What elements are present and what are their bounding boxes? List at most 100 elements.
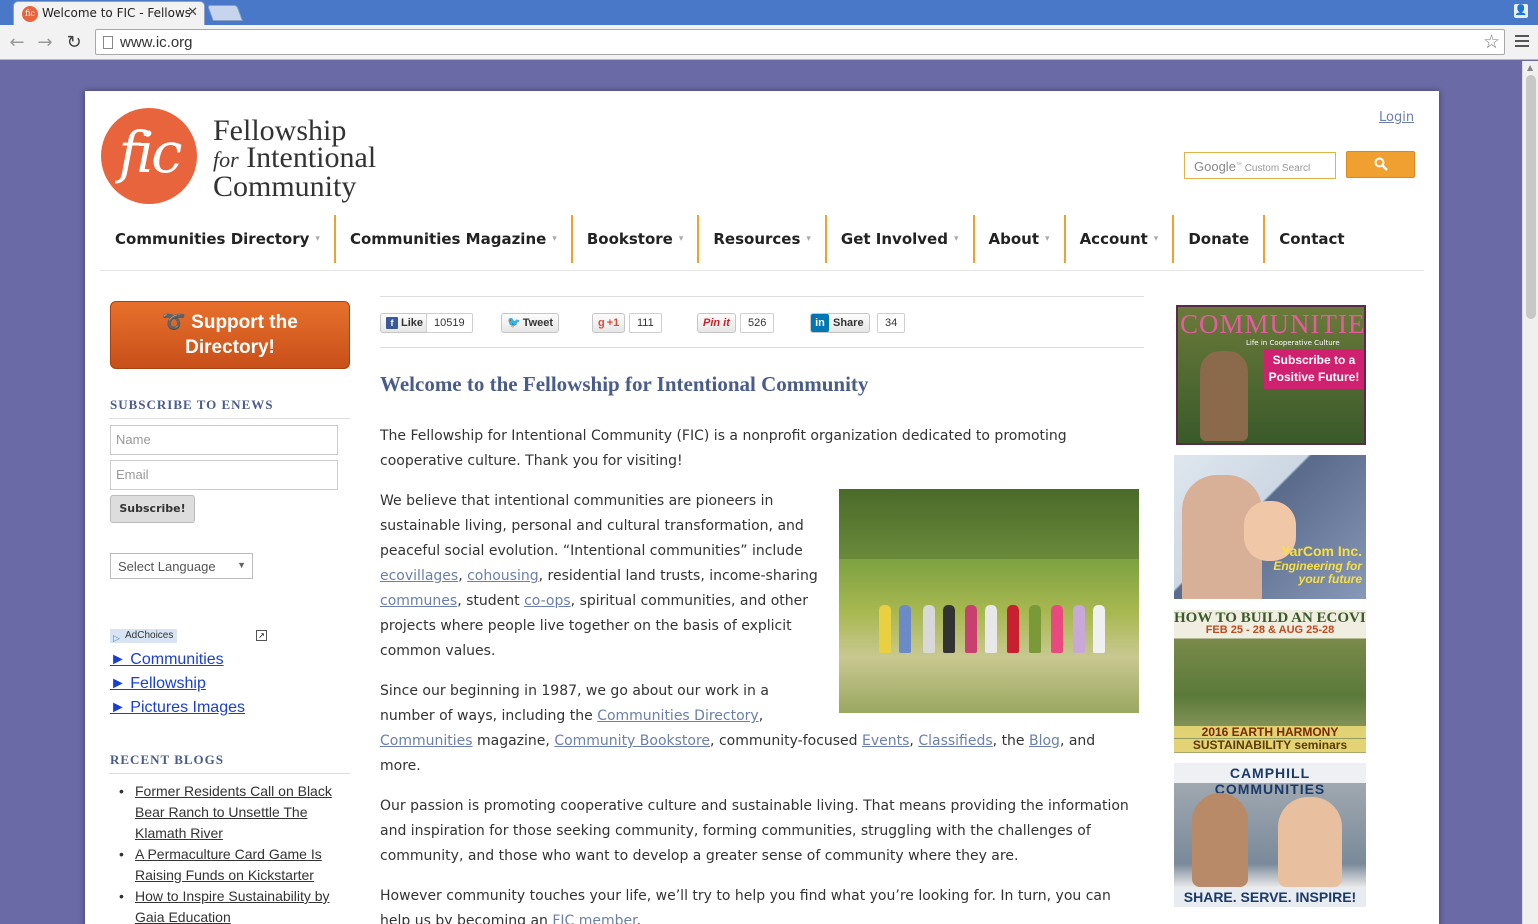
ecovillage-ad[interactable]: HOW TO BUILD AN ECOVILLAGE FEB 25 - 28 &… bbox=[1174, 610, 1366, 753]
language-select[interactable]: Select Language ▼ bbox=[110, 553, 253, 579]
recent-blogs-list: Former Residents Call on Black Bear Ranc… bbox=[119, 781, 350, 924]
scroll-thumb[interactable] bbox=[1526, 75, 1536, 319]
nav-divider bbox=[100, 270, 1424, 271]
name-field[interactable]: Name bbox=[110, 425, 338, 455]
nav-label: Communities Magazine bbox=[349, 230, 547, 248]
gplus-count: 111 bbox=[629, 313, 662, 333]
ad-link-pictures-images[interactable]: ► Pictures Images bbox=[110, 699, 245, 717]
yarcom-ad[interactable]: YarCom Inc. Engineering for your future bbox=[1174, 455, 1366, 599]
subscribe-button[interactable]: Subscribe! bbox=[110, 495, 195, 523]
address-bar[interactable]: www.ic.org ☆ bbox=[95, 29, 1505, 55]
communities-magazine-link[interactable]: Communities bbox=[380, 733, 473, 749]
ecovillages-link[interactable]: ecovillages bbox=[380, 568, 458, 584]
blog-link[interactable]: Blog bbox=[1029, 733, 1060, 749]
community-bookstore-link[interactable]: Community Bookstore bbox=[554, 733, 710, 749]
pinterest-button[interactable]: Pin it bbox=[697, 313, 736, 333]
nav-bookstore[interactable]: Bookstore ▾ bbox=[573, 215, 700, 263]
text: However community touches your life, we’… bbox=[380, 888, 1111, 924]
communities-magazine-ad[interactable]: COMMUNITIES Life in Cooperative Culture … bbox=[1176, 305, 1366, 445]
page-icon bbox=[103, 36, 113, 49]
nav-label: Contact bbox=[1279, 230, 1345, 248]
recent-blogs-heading: RECENT BLOGS bbox=[110, 752, 350, 774]
fic-logo-icon[interactable]: fic bbox=[101, 108, 197, 204]
blog-link[interactable]: Former Residents Call on Black Bear Ranc… bbox=[135, 783, 332, 841]
profile-icon[interactable]: 👤 bbox=[1514, 4, 1528, 18]
ad-photo-person bbox=[1278, 797, 1342, 887]
facebook-like-button[interactable]: f Like bbox=[380, 313, 430, 333]
photo-person bbox=[923, 605, 935, 653]
co-ops-link[interactable]: co-ops bbox=[524, 593, 571, 609]
communities-directory-link[interactable]: Communities Directory bbox=[597, 708, 759, 724]
nav-label: Bookstore bbox=[586, 230, 673, 248]
text: , bbox=[909, 733, 919, 749]
nav-account[interactable]: Account ▾ bbox=[1066, 215, 1175, 263]
cohousing-link[interactable]: cohousing bbox=[467, 568, 539, 584]
like-count: 10519 bbox=[426, 313, 473, 333]
ad-subscribe-badge: Subscribe to a Positive Future! bbox=[1264, 349, 1364, 389]
new-tab-button[interactable] bbox=[207, 5, 243, 21]
close-tab-icon[interactable]: ✕ bbox=[187, 5, 198, 20]
reload-icon[interactable]: ↻ bbox=[63, 32, 85, 54]
text: , community-focused bbox=[710, 733, 863, 749]
ad-ecovillage-footer-2: SUSTAINABILITY seminars bbox=[1174, 739, 1366, 752]
nav-donate[interactable]: Donate bbox=[1174, 215, 1266, 263]
linkedin-share-button[interactable]: in Share bbox=[810, 313, 870, 333]
fic-member-link[interactable]: FIC member bbox=[552, 913, 636, 924]
scroll-up-arrow-icon[interactable]: ▲ bbox=[1527, 63, 1533, 72]
blog-link[interactable]: A Permaculture Card Game Is Raising Fund… bbox=[135, 846, 322, 883]
text: , student bbox=[457, 593, 525, 609]
site-logo-text[interactable]: Fellowship for Intentional Community bbox=[213, 116, 376, 202]
ad-photo-person bbox=[1192, 793, 1248, 887]
ad-link-fellowship[interactable]: ► Fellowship bbox=[110, 675, 206, 693]
google-plus-button[interactable]: g +1 bbox=[592, 313, 626, 333]
nav-label: Account bbox=[1079, 230, 1148, 248]
dropdown-caret-icon: ▾ bbox=[806, 234, 811, 244]
tweet-button[interactable]: 🐦 Tweet bbox=[501, 313, 560, 333]
main-content: The Fellowship for Intentional Community… bbox=[380, 424, 1140, 924]
classifieds-link[interactable]: Classifieds bbox=[918, 733, 992, 749]
nav-label: Get Involved bbox=[840, 230, 948, 248]
search-button[interactable] bbox=[1346, 151, 1415, 178]
adchoices-badge[interactable]: ▷ AdChoices bbox=[110, 629, 178, 643]
search-icon bbox=[1374, 157, 1388, 171]
ad-magazine-title: COMMUNITIES bbox=[1180, 309, 1366, 339]
expand-icon[interactable]: ↗ bbox=[256, 630, 267, 641]
text: . bbox=[636, 913, 642, 924]
login-link[interactable]: Login bbox=[1379, 110, 1414, 125]
camphill-ad[interactable]: CAMPHILL COMMUNITIES SHARE. SERVE. INSPI… bbox=[1174, 763, 1366, 907]
photo-person bbox=[1007, 605, 1019, 653]
email-field[interactable]: Email bbox=[110, 460, 338, 490]
bookmark-star-icon[interactable]: ☆ bbox=[1483, 31, 1500, 53]
community-circle-photo bbox=[839, 489, 1139, 713]
adchoices-icon: ▷ bbox=[113, 633, 120, 643]
badge-line: Positive Future! bbox=[1268, 370, 1360, 384]
nav-resources[interactable]: Resources ▾ bbox=[699, 215, 827, 263]
nav-communities-directory[interactable]: Communities Directory ▾ bbox=[100, 215, 336, 263]
ad-ecovillage-footer-1: 2016 EARTH HARMONY bbox=[1174, 726, 1366, 738]
ad-company-name: YarCom Inc. bbox=[1281, 543, 1362, 559]
page-scrollbar[interactable]: ▲ bbox=[1522, 61, 1538, 924]
browser-toolbar: ← → ↻ www.ic.org ☆ bbox=[0, 25, 1538, 60]
gplus-label: +1 bbox=[606, 317, 620, 329]
nav-about[interactable]: About ▾ bbox=[975, 215, 1066, 263]
nav-contact[interactable]: Contact bbox=[1265, 215, 1358, 263]
subscribe-heading: SUBSCRIBE TO ENEWS bbox=[110, 397, 350, 419]
text: , the bbox=[992, 733, 1029, 749]
ad-link-communities[interactable]: ► Communities bbox=[110, 651, 224, 669]
nav-get-involved[interactable]: Get Involved ▾ bbox=[827, 215, 975, 263]
back-icon[interactable]: ← bbox=[6, 32, 28, 54]
google-plus-icon: g bbox=[598, 317, 605, 329]
events-link[interactable]: Events bbox=[862, 733, 909, 749]
support-directory-button[interactable]: ➰ Support the Directory! bbox=[110, 301, 350, 369]
forward-icon[interactable]: → bbox=[34, 32, 56, 54]
list-item: A Permaculture Card Game Is Raising Fund… bbox=[119, 844, 350, 886]
blog-link[interactable]: How to Inspire Sustainability by Gaia Ed… bbox=[135, 888, 330, 924]
site-search-input[interactable]: Google™ Custom Searcl bbox=[1184, 152, 1336, 179]
url-text[interactable]: www.ic.org bbox=[120, 34, 193, 51]
nav-communities-magazine[interactable]: Communities Magazine ▾ bbox=[336, 215, 573, 263]
browser-menu-icon[interactable] bbox=[1515, 35, 1529, 47]
browser-tab[interactable]: fic Welcome to FIC - Fellowship ✕ bbox=[13, 1, 205, 25]
communes-link[interactable]: communes bbox=[380, 593, 457, 609]
browser-tab-strip: fic Welcome to FIC - Fellowship ✕ 👤 bbox=[0, 0, 1538, 25]
photo-trees bbox=[839, 489, 1139, 559]
